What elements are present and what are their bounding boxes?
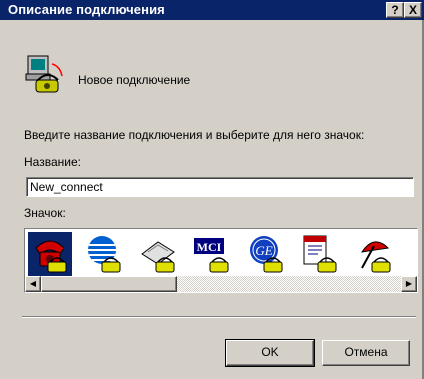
svg-text:GE: GE [255, 243, 272, 258]
scroll-right-arrow-icon[interactable]: ▶ [401, 276, 417, 292]
connection-name: Новое подключение [78, 73, 191, 87]
notepad-phone-icon[interactable] [298, 232, 342, 276]
close-button[interactable]: X [404, 2, 422, 18]
instructions-text: Введите название подключения и выберите … [24, 128, 365, 142]
svg-text:MCI: MCI [197, 240, 222, 254]
cancel-button[interactable]: Отмена [322, 340, 410, 366]
icon-list-scrollbar[interactable]: ◀ ▶ [25, 276, 417, 292]
help-button[interactable]: ? [386, 2, 404, 18]
globe-phone-icon[interactable] [82, 232, 126, 276]
scroll-thumb[interactable] [41, 276, 177, 292]
window-title: Описание подключения [8, 2, 165, 17]
connection-name-input[interactable]: New_connect [26, 177, 414, 197]
icon-list[interactable]: MCI GE ◀ ▶ [24, 228, 418, 293]
ok-button[interactable]: OK [225, 339, 315, 367]
title-bar[interactable]: Описание подключения ? X [0, 0, 424, 20]
red-phone-icon[interactable] [28, 232, 72, 276]
umbrella-phone-icon[interactable] [352, 232, 396, 276]
name-label: Название: [24, 155, 81, 169]
ge-phone-icon[interactable]: GE [244, 232, 288, 276]
mci-phone-icon[interactable]: MCI [190, 232, 234, 276]
fax-phone-icon[interactable] [136, 232, 180, 276]
separator [22, 316, 416, 318]
connection-icon [22, 50, 70, 98]
icon-label: Значок: [24, 206, 66, 220]
scroll-left-arrow-icon[interactable]: ◀ [25, 276, 41, 292]
